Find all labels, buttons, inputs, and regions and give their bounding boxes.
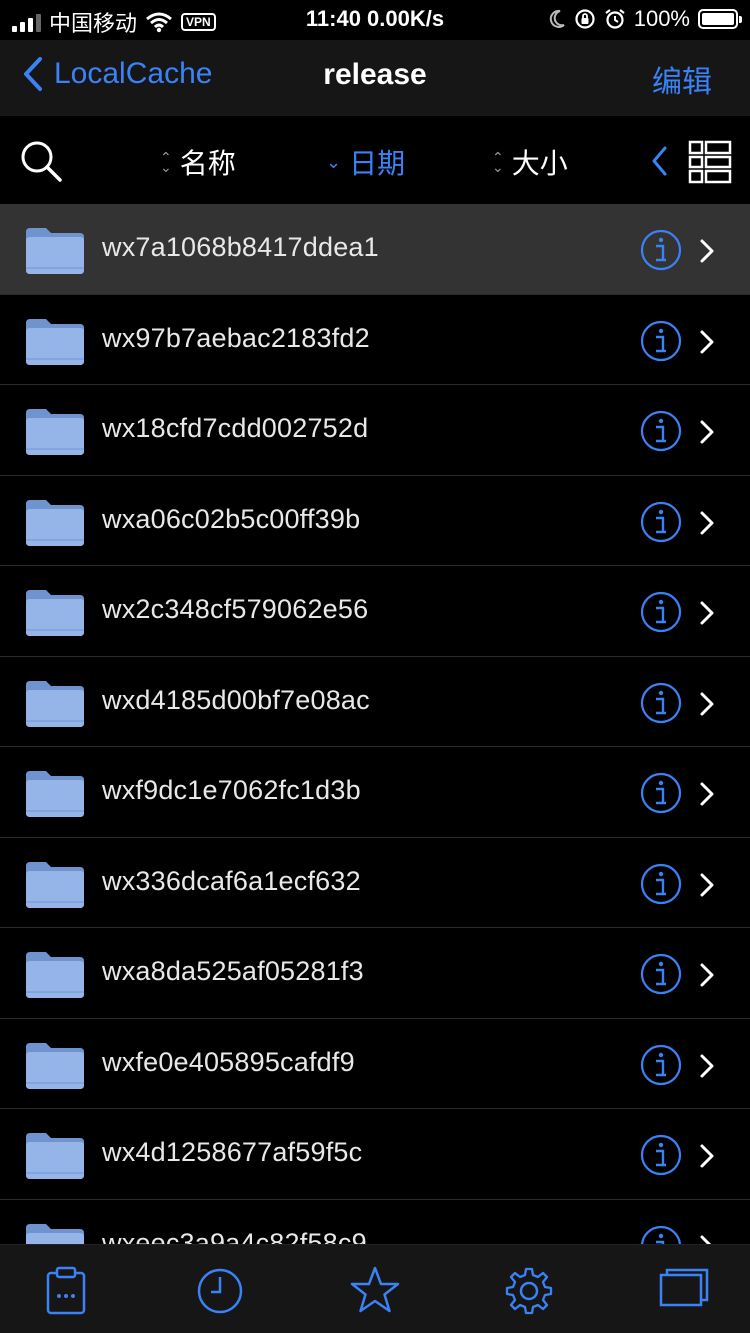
sort-arrows-icon: ⌃ ⌄ <box>492 149 504 175</box>
chevron-right-icon[interactable] <box>699 691 715 717</box>
clipboard-icon[interactable] <box>40 1265 92 1317</box>
chevron-right-icon[interactable] <box>699 238 715 264</box>
clock-icon[interactable] <box>194 1265 246 1317</box>
star-icon[interactable] <box>349 1265 401 1317</box>
folder-icon <box>26 1042 84 1089</box>
sort-arrows-icon: ⌃ ⌄ <box>160 149 172 175</box>
info-icon[interactable] <box>640 682 682 724</box>
back-button[interactable]: LocalCache <box>22 56 212 92</box>
chevron-left-icon[interactable] <box>650 144 670 178</box>
file-row[interactable]: wx7a1068b8417ddea1 <box>0 204 750 295</box>
file-name: wxd4185d00bf7e08ac <box>102 684 370 715</box>
folder-icon <box>26 409 84 455</box>
chevron-right-icon[interactable] <box>699 600 715 626</box>
sort-descending-icon: ⌄ <box>326 152 342 172</box>
chevron-right-icon[interactable] <box>699 781 715 807</box>
file-row[interactable]: wxeec3a9a4c82f58c9 <box>0 1200 750 1245</box>
chevron-left-icon <box>24 57 42 91</box>
navigation-bar: LocalCache release 编辑 <box>0 40 750 116</box>
file-name: wxf9dc1e7062fc1d3b <box>102 775 361 805</box>
moon-icon <box>549 9 565 28</box>
chevron-right-icon[interactable] <box>699 962 715 988</box>
sort-toolbar: ⌃ ⌄ 名称 ⌄ 日期 ⌃ ⌄ 大小 <box>0 116 750 204</box>
folder-icon <box>26 1223 84 1244</box>
folder-icon <box>26 771 84 817</box>
file-row[interactable]: wxf9dc1e7062fc1d3b <box>0 747 750 838</box>
file-name: wxa06c02b5c00ff39b <box>102 503 361 534</box>
file-name: wx18cfd7cdd002752d <box>102 413 369 443</box>
alarm-icon <box>605 9 625 29</box>
status-bar: 中国移动 VPN 11:40 0.00K/s 100% <box>0 0 750 40</box>
file-row[interactable]: wx336dcaf6a1ecf632 <box>0 838 750 928</box>
sort-by-name[interactable]: ⌃ ⌄ 名称 <box>160 142 236 182</box>
info-icon[interactable] <box>640 501 682 543</box>
file-row[interactable]: wxa8da525af05281f3 <box>0 928 750 1019</box>
file-row[interactable]: wx97b7aebac2183fd2 <box>0 295 750 385</box>
file-name: wx2c348cf579062e56 <box>102 594 369 624</box>
folder-icon <box>26 861 84 908</box>
info-icon[interactable] <box>640 320 682 362</box>
file-list: wx7a1068b8417ddea1 wx97b7aebac2183fd2 wx18… <box>0 204 750 1244</box>
folder-icon <box>26 499 84 546</box>
info-icon[interactable] <box>640 591 682 633</box>
file-row[interactable]: wx18cfd7cdd002752d <box>0 385 750 476</box>
rotation-lock-icon <box>575 9 595 29</box>
chevron-right-icon[interactable] <box>699 872 715 898</box>
folder-icon <box>26 952 84 998</box>
chevron-right-icon[interactable] <box>699 1053 715 1079</box>
file-row[interactable]: wxd4185d00bf7e08ac <box>0 657 750 747</box>
info-icon[interactable] <box>640 410 682 452</box>
file-name: wxfe0e405895cafdf9 <box>102 1046 355 1077</box>
file-name: wx336dcaf6a1ecf632 <box>102 865 361 896</box>
status-right: 100% <box>548 6 742 32</box>
battery-icon <box>698 9 742 29</box>
info-icon[interactable] <box>640 863 682 905</box>
folder-icon <box>26 228 84 274</box>
back-button-label: LocalCache <box>54 57 213 90</box>
info-icon[interactable] <box>640 229 682 271</box>
chevron-right-icon[interactable] <box>699 1234 715 1245</box>
windows-icon[interactable] <box>658 1265 710 1317</box>
file-row[interactable]: wxa06c02b5c00ff39b <box>0 476 750 566</box>
file-row[interactable]: wxfe0e405895cafdf9 <box>0 1019 750 1109</box>
chevron-right-icon[interactable] <box>699 1143 715 1169</box>
info-icon[interactable] <box>640 1044 682 1086</box>
file-name: wxa8da525af05281f3 <box>102 956 364 986</box>
sort-by-size[interactable]: ⌃ ⌄ 大小 <box>492 142 568 182</box>
folder-icon <box>26 680 84 727</box>
info-icon[interactable] <box>640 1134 682 1176</box>
sort-by-date[interactable]: ⌄ 日期 <box>326 142 405 182</box>
search-icon[interactable] <box>18 138 64 184</box>
sort-by-size-label: 大小 <box>511 148 568 179</box>
file-name: wx97b7aebac2183fd2 <box>102 322 370 353</box>
list-view-icon[interactable] <box>688 140 732 184</box>
file-row[interactable]: wx4d1258677af59f5c <box>0 1109 750 1200</box>
info-icon[interactable] <box>640 953 682 995</box>
battery-percent: 100% <box>633 6 690 31</box>
tab-bar <box>0 1244 750 1333</box>
folder-icon <box>26 318 84 365</box>
chevron-right-icon[interactable] <box>699 419 715 445</box>
folder-icon <box>26 590 84 636</box>
file-row[interactable]: wx2c348cf579062e56 <box>0 566 750 657</box>
sort-by-date-label: 日期 <box>349 148 406 179</box>
chevron-right-icon[interactable] <box>699 329 715 355</box>
file-name: wxeec3a9a4c82f58c9 <box>102 1227 367 1245</box>
file-name: wx4d1258677af59f5c <box>102 1137 363 1167</box>
gear-icon[interactable] <box>503 1265 555 1317</box>
folder-icon <box>26 1133 84 1179</box>
info-icon[interactable] <box>640 1225 682 1245</box>
info-icon[interactable] <box>640 772 682 814</box>
chevron-right-icon[interactable] <box>699 510 715 536</box>
sort-by-name-label: 名称 <box>179 148 236 179</box>
edit-button[interactable]: 编辑 <box>652 57 712 101</box>
file-name: wx7a1068b8417ddea1 <box>102 232 379 262</box>
